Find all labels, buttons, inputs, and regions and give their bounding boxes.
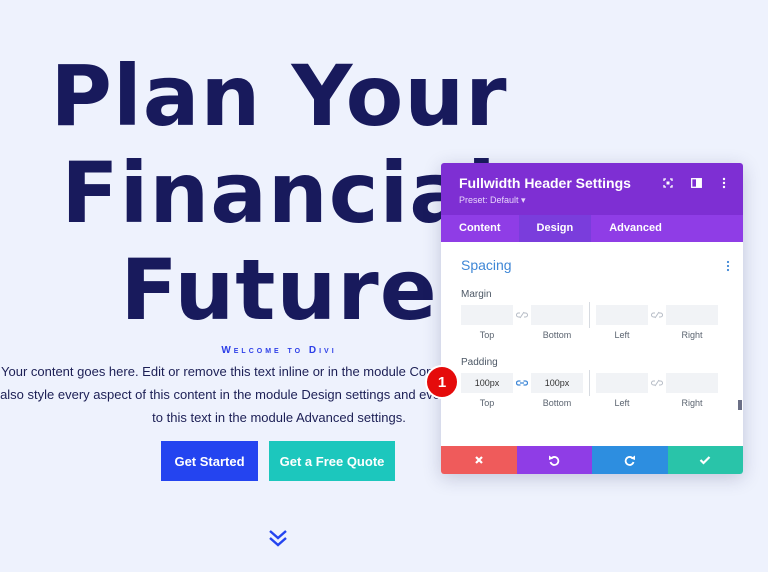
- margin-top-label: Top: [479, 330, 495, 340]
- padding-bottom-input[interactable]: [531, 373, 583, 393]
- panel-title: Fullwidth Header Settings: [459, 175, 631, 191]
- padding-bottom-label: Bottom: [542, 398, 572, 408]
- step-callout-badge: 1: [427, 367, 457, 397]
- get-free-quote-button[interactable]: Get a Free Quote: [269, 441, 395, 481]
- section-menu-icon[interactable]: [725, 259, 731, 273]
- get-started-button[interactable]: Get Started: [161, 441, 258, 481]
- margin-right-input[interactable]: [666, 305, 718, 325]
- margin-right-label: Right: [681, 330, 703, 340]
- link-icon[interactable]: [651, 378, 663, 388]
- settings-tabs: Content Design Advanced: [441, 215, 743, 242]
- padding-left-label: Left: [614, 398, 630, 408]
- padding-left-input[interactable]: [596, 373, 648, 393]
- save-button[interactable]: [667, 446, 743, 474]
- tab-design[interactable]: Design: [518, 215, 592, 242]
- fullscreen-icon[interactable]: [661, 176, 675, 190]
- link-icon-active[interactable]: [516, 378, 528, 388]
- cancel-button[interactable]: [441, 446, 517, 474]
- margin-top-input[interactable]: [461, 305, 513, 325]
- margin-bottom-label: Bottom: [542, 330, 572, 340]
- margin-left-input[interactable]: [596, 305, 648, 325]
- undo-button[interactable]: [516, 446, 592, 474]
- margin-bottom-input[interactable]: [531, 305, 583, 325]
- link-icon[interactable]: [516, 310, 528, 320]
- redo-button[interactable]: [592, 446, 668, 474]
- padding-top-input[interactable]: [461, 373, 513, 393]
- padding-label: Padding: [461, 357, 498, 368]
- tab-content[interactable]: Content: [441, 215, 519, 242]
- padding-right-label: Right: [681, 398, 703, 408]
- redo-icon: [624, 455, 635, 466]
- undo-icon: [549, 455, 560, 466]
- panel-header[interactable]: Fullwidth Header Settings Preset: Defaul…: [441, 163, 743, 215]
- spacing-section-title[interactable]: Spacing: [461, 257, 512, 273]
- double-chevron-down-icon[interactable]: [267, 527, 289, 549]
- more-options-icon[interactable]: [717, 176, 731, 190]
- close-icon: [474, 456, 483, 464]
- panel-scrollbar[interactable]: [738, 400, 742, 410]
- margin-label: Margin: [461, 289, 492, 300]
- margin-left-label: Left: [614, 330, 630, 340]
- link-icon[interactable]: [651, 310, 663, 320]
- padding-right-input[interactable]: [666, 373, 718, 393]
- panel-footer: [441, 446, 743, 474]
- split-view-icon[interactable]: [689, 176, 703, 190]
- tab-advanced[interactable]: Advanced: [591, 215, 680, 242]
- checkmark-icon: [699, 456, 711, 465]
- padding-top-label: Top: [479, 398, 495, 408]
- preset-dropdown[interactable]: Preset: Default ▾: [459, 195, 526, 206]
- hero-title-line-1: Plan Your: [50, 47, 508, 145]
- module-settings-panel: Fullwidth Header Settings Preset: Defaul…: [441, 163, 743, 474]
